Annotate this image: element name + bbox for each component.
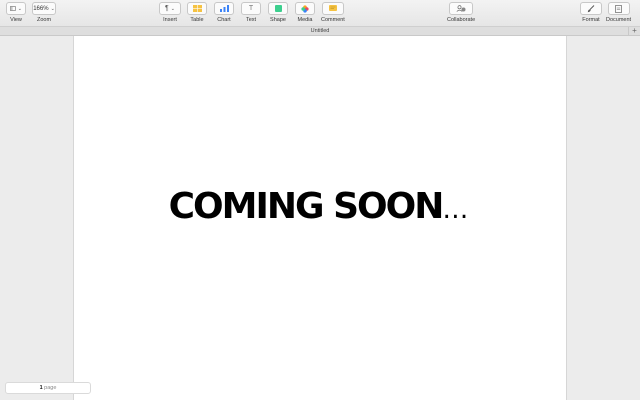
paintbrush-icon [587, 4, 595, 12]
table-button[interactable]: Table [187, 2, 207, 23]
zoom-button[interactable]: 166% ⌄ Zoom [32, 2, 56, 23]
collaborate-icon [456, 5, 466, 12]
chart-button[interactable]: Chart [214, 2, 234, 23]
insert-button[interactable]: ¶ ⌄ Insert [159, 2, 181, 23]
page-count-label: page [44, 385, 57, 391]
document-title-bar: Untitled + [0, 26, 640, 36]
media-icon [301, 4, 309, 13]
text-label: Text [245, 17, 257, 23]
toolbar: ⌄ View 166% ⌄ Zoom ¶ ⌄ Insert Table Char… [0, 0, 640, 26]
format-label: Format [582, 17, 600, 23]
view-label: View [10, 17, 22, 23]
page-number: 1 [39, 385, 43, 391]
document-label: Document [606, 17, 632, 23]
text-button[interactable]: T Text [241, 2, 261, 23]
document-button[interactable]: Document [606, 2, 631, 23]
chevron-down-icon: ⌄ [170, 5, 175, 12]
insert-label: Insert [163, 17, 177, 23]
document-title: Untitled [310, 28, 330, 34]
chart-icon [219, 5, 229, 12]
table-icon [192, 5, 202, 12]
comment-icon [328, 5, 337, 11]
view-button[interactable]: ⌄ View [6, 2, 26, 23]
zoom-value: 166% [33, 5, 49, 12]
document-canvas[interactable]: COMING SOON… [0, 36, 640, 400]
add-tab-button[interactable]: + [628, 27, 640, 35]
pilcrow-icon: ¶ [165, 5, 169, 12]
sidebar-view-icon: ⌄ [6, 2, 26, 15]
comment-label: Comment [321, 17, 345, 23]
shape-icon [274, 5, 282, 12]
page-count-indicator: 1 page [5, 382, 91, 394]
document-page[interactable]: COMING SOON… [73, 36, 567, 400]
headline-ellipsis: … [442, 195, 472, 225]
collaborate-button[interactable]: Collaborate [447, 2, 475, 23]
zoom-label: Zoom [36, 17, 52, 23]
headline-main: COMING SOON [168, 186, 445, 227]
text-icon: T [248, 5, 254, 12]
shape-button[interactable]: Shape [268, 2, 288, 23]
collaborate-label: Collaborate [447, 17, 476, 23]
chart-label: Chart [217, 17, 231, 23]
media-button[interactable]: Media [295, 2, 315, 23]
format-button[interactable]: Format [580, 2, 602, 23]
document-icon [615, 4, 622, 13]
table-label: Table [190, 17, 204, 23]
comment-button[interactable]: Comment [321, 2, 345, 23]
chevron-down-icon: ⌄ [50, 5, 55, 12]
media-label: Media [297, 17, 313, 23]
headline-text[interactable]: COMING SOON… [74, 186, 566, 227]
chevron-down-icon: ⌄ [17, 5, 22, 12]
shape-label: Shape [270, 17, 286, 23]
